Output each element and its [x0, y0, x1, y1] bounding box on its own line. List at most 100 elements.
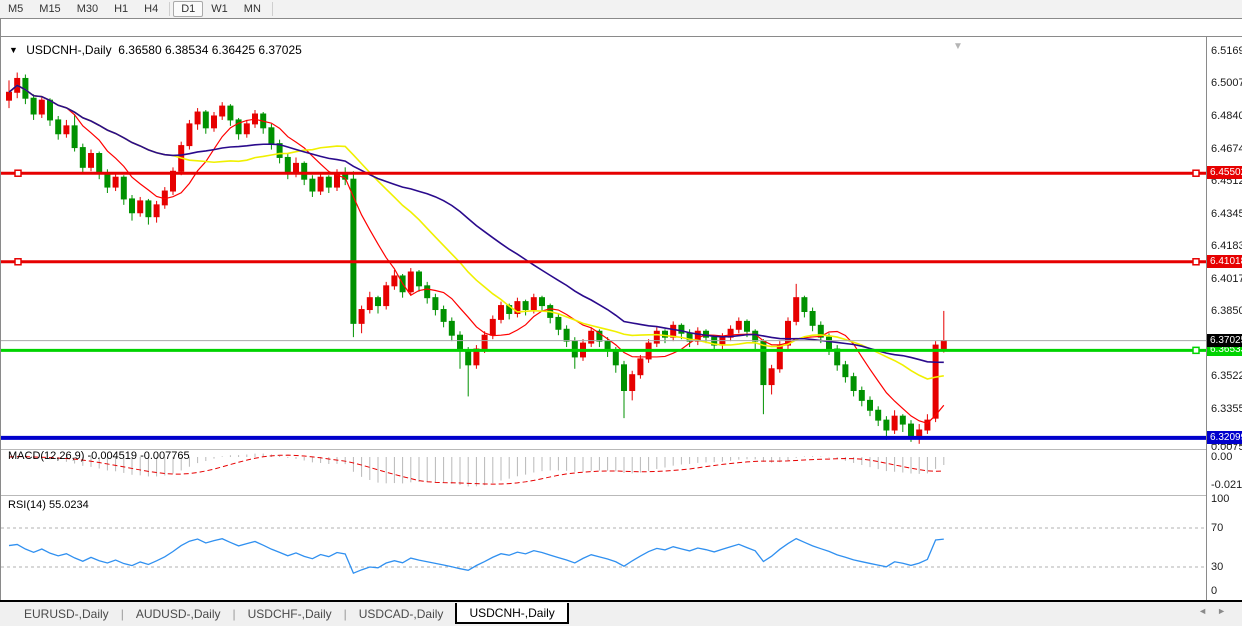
line-handle-icon[interactable]	[1193, 259, 1199, 265]
candle-body	[556, 317, 561, 329]
level-price-badge: 6.32099	[1207, 431, 1242, 444]
candle-body	[244, 124, 249, 134]
candle-body	[302, 163, 307, 179]
candle-body	[892, 416, 897, 430]
candle-body	[736, 321, 741, 329]
candle-body	[868, 400, 873, 410]
candle-body	[458, 335, 463, 351]
candle-body	[589, 331, 594, 343]
ma-slow-line	[9, 85, 944, 362]
candle-body	[613, 351, 618, 365]
candle-body	[499, 306, 504, 320]
timeframe-button-h4[interactable]: H4	[136, 1, 166, 17]
line-handle-icon[interactable]	[15, 170, 21, 176]
candle-body	[130, 199, 135, 213]
candle-body	[113, 177, 118, 187]
candle-body	[138, 201, 143, 213]
candle-body	[31, 98, 36, 114]
candle-body	[827, 337, 832, 349]
timeframe-button-m30[interactable]: M30	[69, 1, 106, 17]
candle-body	[154, 205, 159, 217]
candle-body	[269, 128, 274, 144]
candle-body	[876, 410, 881, 420]
candle-body	[909, 424, 914, 436]
timeframe-button-m15[interactable]: M15	[31, 1, 68, 17]
line-handle-icon[interactable]	[1193, 170, 1199, 176]
candle-body	[146, 201, 151, 217]
candle-body	[900, 416, 905, 424]
symbol-tab-audusd[interactable]: AUDUSD-,Daily	[124, 605, 233, 623]
candle-body	[285, 157, 290, 173]
timeframe-toolbar: M5M15M30H1H4 D1W1MN	[0, 0, 1242, 19]
timeframe-button-w1[interactable]: W1	[203, 1, 236, 17]
candle-body	[761, 341, 766, 384]
rsi-axis-tick: 100	[1211, 493, 1229, 505]
candle-body	[794, 298, 799, 322]
timeframe-button-d1[interactable]: D1	[173, 1, 203, 17]
chart-ohlc-values: 6.36580 6.38534 6.36425 6.37025	[118, 43, 302, 57]
candle-body	[671, 325, 676, 337]
ma-fast-line	[9, 85, 944, 423]
symbol-dropdown-icon[interactable]: ▼	[9, 45, 18, 55]
rsi-axis-tick: 0	[1211, 585, 1217, 597]
symbol-tab-usdcad[interactable]: USDCAD-,Daily	[347, 605, 456, 623]
line-handle-icon[interactable]	[15, 259, 21, 265]
candle-body	[482, 335, 487, 349]
chart-canvas[interactable]	[1, 18, 1242, 618]
candle-body	[195, 112, 200, 124]
candle-body	[531, 298, 536, 310]
candle-body	[441, 310, 446, 322]
candle-body	[769, 369, 774, 385]
candle-body	[884, 420, 889, 430]
timeframe-button-h1[interactable]: H1	[106, 1, 136, 17]
candle-body	[212, 116, 217, 128]
price-axis-tick: 6.35220	[1211, 370, 1242, 382]
timeframe-button-m5[interactable]: M5	[0, 1, 31, 17]
candle-body	[523, 302, 528, 310]
rsi-indicator-label: RSI(14) 55.0234	[8, 499, 89, 511]
candle-body	[917, 430, 922, 436]
candle-body	[490, 319, 495, 335]
candle-body	[679, 325, 684, 333]
tab-scroll-arrows: ◄►	[1198, 606, 1236, 616]
level-price-badge: 6.41018	[1207, 255, 1242, 268]
candle-body	[425, 286, 430, 298]
candle-body	[318, 177, 323, 191]
chart-window: ▼ USDCNH-,Daily 6.36580 6.38534 6.36425 …	[0, 18, 1242, 600]
candle-body	[392, 276, 397, 286]
candle-body	[843, 365, 848, 377]
toolbar-divider	[272, 2, 273, 16]
symbol-tab-usdcnh[interactable]: USDCNH-,Daily	[455, 603, 568, 624]
chart-title: ▼ USDCNH-,Daily 6.36580 6.38534 6.36425 …	[9, 43, 302, 57]
candle-body	[80, 148, 85, 168]
line-handle-icon[interactable]	[1193, 347, 1199, 353]
price-axis-tick: 6.50070	[1211, 77, 1242, 89]
candle-body	[777, 345, 782, 369]
candle-body	[48, 100, 53, 120]
candle-body	[654, 331, 659, 343]
symbol-tab-bar: EURUSD-,Daily|AUDUSD-,Daily|USDCHF-,Dail…	[0, 600, 1242, 626]
symbol-tab-usdchf[interactable]: USDCHF-,Daily	[236, 605, 344, 623]
tab-scroll-right-icon[interactable]: ►	[1217, 606, 1236, 616]
rsi-axis-tick: 70	[1211, 522, 1223, 534]
price-axis-tick: 6.41835	[1211, 240, 1242, 252]
candle-body	[105, 173, 110, 187]
symbol-tab-eurusd[interactable]: EURUSD-,Daily	[12, 605, 121, 623]
level-price-badge: 6.45502	[1207, 166, 1242, 179]
toolbar-divider	[169, 2, 170, 16]
candle-body	[97, 154, 102, 174]
candle-body	[564, 329, 569, 341]
candle-body	[203, 112, 208, 128]
candle-body	[449, 321, 454, 335]
tab-scroll-left-icon[interactable]: ◄	[1198, 606, 1217, 616]
candle-body	[326, 177, 331, 187]
candle-body	[228, 106, 233, 120]
price-axis-tick: 6.43455	[1211, 208, 1242, 220]
timeframe-button-mn[interactable]: MN	[236, 1, 269, 17]
candle-body	[540, 298, 545, 306]
candle-body	[220, 106, 225, 116]
candle-body	[630, 375, 635, 391]
price-axis-tick: 6.46740	[1211, 143, 1242, 155]
candle-body	[376, 298, 381, 306]
current-price-badge: 6.37025	[1207, 334, 1242, 347]
